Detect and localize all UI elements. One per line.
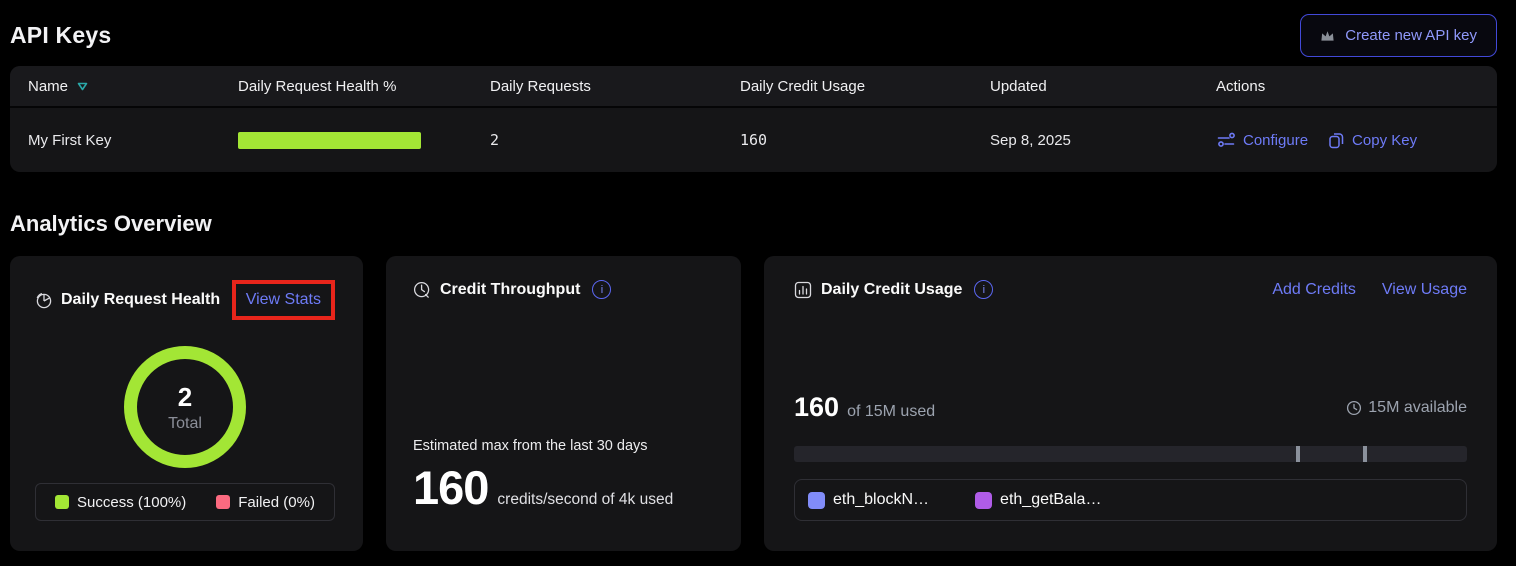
copy-key-link[interactable]: Copy Key [1328,131,1417,150]
usage-links: Add Credits View Usage [1272,281,1467,299]
info-icon[interactable]: i [974,280,993,299]
daily-requests-value: 2 [490,131,740,149]
sort-desc-icon [76,81,89,92]
card-title: Daily Request Health [61,291,220,309]
daily-credit-usage-card: Daily Credit Usage i Add Credits View Us… [764,256,1497,551]
throughput-value: 160 [413,460,488,515]
throughput-description: Estimated max from the last 30 days [413,438,714,454]
legend-item-eth-getbalance: eth_getBala… [975,491,1101,509]
credit-throughput-card: Credit Throughput i Estimated max from t… [386,256,741,551]
info-icon[interactable]: i [592,280,611,299]
api-keys-page: API Keys Create new API key Name Daily R… [0,0,1516,551]
legend-item-failed: Failed (0%) [216,494,315,511]
usage-available-label: 15M available [1368,399,1467,417]
bar-chart-icon [794,281,812,299]
health-bar [238,132,421,149]
daily-credit-usage-value: 160 [740,131,990,149]
gauge-icon [413,281,431,299]
usage-available: 15M available [1346,399,1467,417]
pie-chart-icon [35,292,52,309]
card-title: Daily Credit Usage [821,281,962,299]
failed-swatch [216,495,230,509]
sliders-icon [1216,131,1236,149]
column-header-credit-usage: Daily Credit Usage [740,78,990,95]
request-health-donut: 2 Total [124,346,246,468]
column-header-actions: Actions [1216,78,1497,95]
throughput-value-row: 160 credits/second of 4k used [413,460,714,515]
donut-total-label: Total [168,415,202,433]
copy-icon [1328,131,1345,150]
column-header-name[interactable]: Name [10,78,238,95]
clock-icon [1346,400,1362,416]
create-api-key-button[interactable]: Create new API key [1300,14,1497,57]
eth-blocknumber-swatch [808,492,825,509]
page-header: API Keys Create new API key [10,0,1497,58]
daily-request-health-card: Daily Request Health View Stats 2 Total … [10,256,363,551]
analytics-cards: Daily Request Health View Stats 2 Total … [10,256,1497,551]
table-header-row: Name Daily Request Health % Daily Reques… [10,66,1497,108]
page-title: API Keys [10,22,111,49]
card-header: Daily Request Health View Stats [35,280,335,320]
usage-marker [1363,446,1367,462]
view-usage-link[interactable]: View Usage [1382,281,1467,299]
add-credits-link[interactable]: Add Credits [1272,281,1356,299]
success-swatch [55,495,69,509]
donut-total-value: 2 [178,382,192,413]
usage-used-suffix: of 15M used [847,403,935,421]
view-stats-annotation-box: View Stats [232,280,335,320]
crown-icon [1320,29,1335,42]
column-header-health: Daily Request Health % [238,78,490,95]
usage-summary-row: 160 of 15M used 15M available [794,392,1467,423]
usage-marker [1296,446,1300,462]
actions-cell: Configure Copy Key [1216,131,1497,150]
configure-link[interactable]: Configure [1216,131,1308,149]
column-header-updated: Updated [990,78,1216,95]
column-header-requests: Daily Requests [490,78,740,95]
eth-getbalance-swatch [975,492,992,509]
table-row: My First Key 2 160 Sep 8, 2025 Configure [10,108,1497,172]
card-header: Credit Throughput i [413,280,714,299]
usage-used-value: 160 [794,392,839,423]
updated-value: Sep 8, 2025 [990,132,1216,149]
throughput-unit: credits/second of 4k used [497,491,673,509]
create-api-key-label: Create new API key [1345,27,1477,44]
view-stats-link[interactable]: View Stats [246,291,321,308]
usage-legend: eth_blockN… eth_getBala… [794,479,1467,521]
credit-usage-progress-bar [794,446,1467,462]
section-title: Analytics Overview [10,211,1497,237]
card-header: Daily Credit Usage i Add Credits View Us… [794,280,1467,299]
usage-used: 160 of 15M used [794,392,935,423]
health-legend: Success (100%) Failed (0%) [35,483,335,521]
legend-item-success: Success (100%) [55,494,186,511]
card-title: Credit Throughput [440,281,580,299]
health-cell [238,132,490,149]
legend-item-eth-blocknumber: eth_blockN… [808,491,929,509]
api-keys-table: Name Daily Request Health % Daily Reques… [10,66,1497,172]
api-key-name: My First Key [10,132,238,149]
